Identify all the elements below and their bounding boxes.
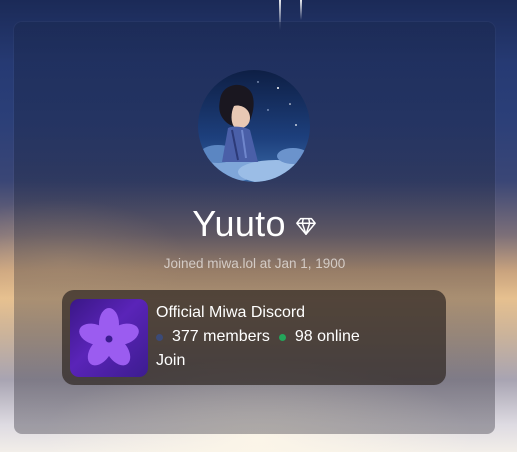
join-button[interactable]: Join xyxy=(156,352,185,370)
online-dot-icon xyxy=(278,333,286,341)
diamond-icon xyxy=(295,215,317,237)
name-row: Yuuto xyxy=(14,202,495,246)
member-count: 377 members xyxy=(172,328,270,345)
server-stats: 377 members 98 online xyxy=(156,328,360,346)
joined-date: Joined miwa.lol at Jan 1, 1900 xyxy=(163,256,346,271)
members-dot-icon xyxy=(156,333,163,341)
background-light-streak xyxy=(300,0,302,20)
flower-icon xyxy=(70,299,148,377)
online-count: 98 online xyxy=(294,328,360,345)
avatar xyxy=(198,70,310,182)
discord-invite-card: Official Miwa Discord 377 members 98 onl… xyxy=(62,290,446,385)
profile-card: Yuuto Joined miwa.lol at Jan 1, 1900 Off… xyxy=(14,22,495,434)
username: Yuuto xyxy=(192,203,286,244)
server-name: Official Miwa Discord xyxy=(156,304,306,321)
